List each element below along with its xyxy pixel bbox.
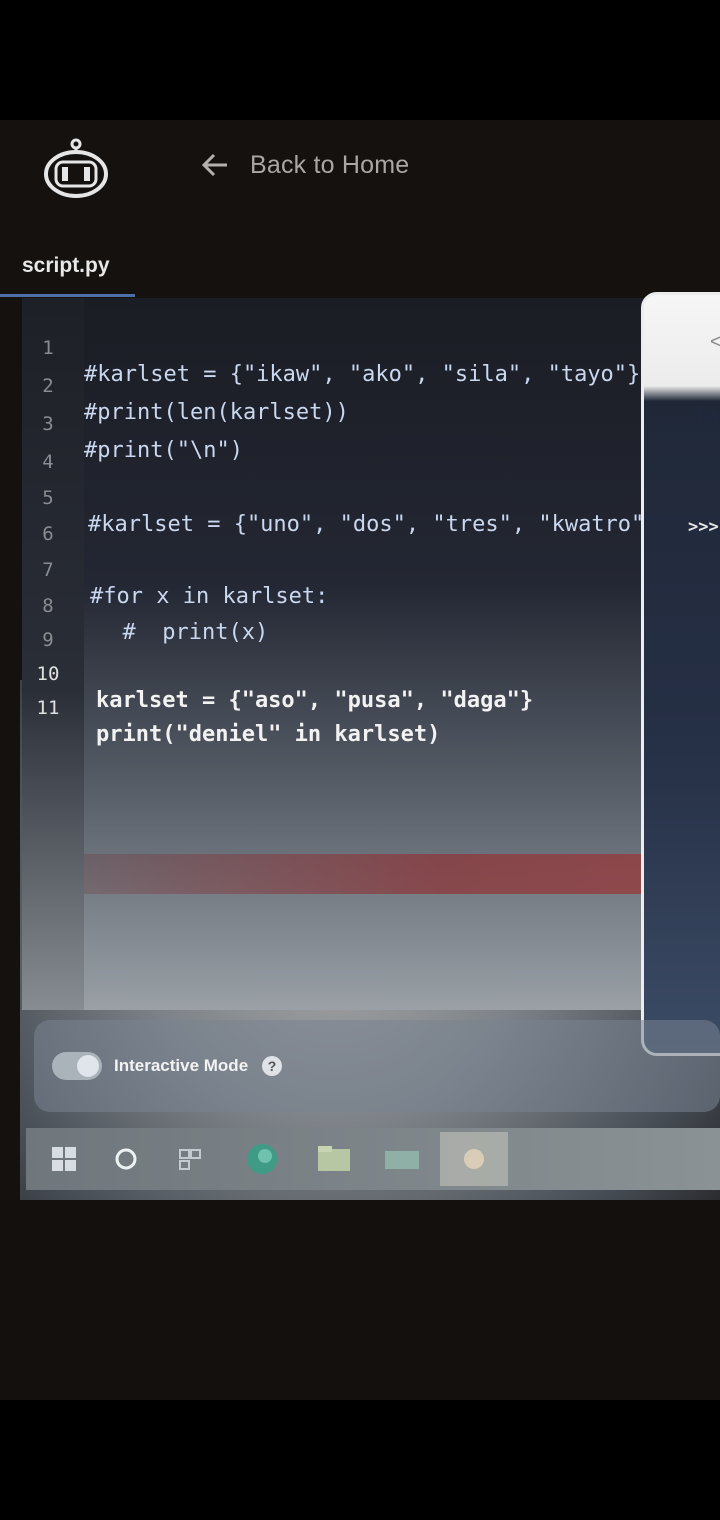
windows-taskbar (26, 1128, 720, 1190)
edge-browser-icon[interactable] (244, 1142, 280, 1176)
windows-start-icon[interactable] (46, 1142, 82, 1176)
interactive-mode-label: Interactive Mode (114, 1056, 249, 1075)
screen: Back to Home script.py 1 #karlset = {"ik… (0, 120, 720, 1400)
code-line[interactable]: 4 (22, 426, 672, 473)
code-line[interactable]: 3 #print("\n") (22, 388, 672, 463)
header: Back to Home (0, 120, 720, 230)
line-code: print("deniel" in karlset) (96, 722, 441, 747)
code-line[interactable]: 5 #karlset = {"uno", "dos", "tres", "kwa… (22, 462, 672, 537)
code-line[interactable]: 10 karlset = {"aso", "pusa", "daga"} (22, 638, 672, 713)
console-collapse-button[interactable]: < (710, 331, 720, 354)
code-line[interactable]: 8 # print(x) (22, 570, 672, 645)
back-to-home-link[interactable]: Back to Home (200, 148, 409, 182)
code-line[interactable]: 1 #karlset = {"ikaw", "ako", "sila", "ta… (22, 312, 672, 387)
help-icon[interactable]: ? (262, 1056, 282, 1076)
search-circle-icon[interactable] (108, 1142, 144, 1176)
active-app-icon[interactable] (440, 1132, 508, 1186)
robot-logo-icon[interactable] (44, 138, 108, 198)
task-view-icon[interactable] (172, 1142, 208, 1176)
tab-script-py[interactable]: script.py (0, 246, 135, 297)
interactive-mode-toggle[interactable] (52, 1052, 102, 1080)
back-to-home-label: Back to Home (250, 150, 410, 179)
toggle-knob (77, 1055, 99, 1077)
monitor-bezel (0, 1200, 720, 1400)
code-editor[interactable]: 1 #karlset = {"ikaw", "ako", "sila", "ta… (22, 298, 674, 1010)
tab-label: script.py (22, 254, 110, 277)
code-line[interactable]: 7 #for x in karlset: (22, 534, 672, 609)
highlighted-line (84, 854, 674, 894)
bottom-bar: Interactive Mode ? (34, 1020, 720, 1112)
code-line[interactable]: 6 (22, 498, 672, 545)
code-line[interactable]: 2 #print(len(karlset)) (22, 350, 672, 425)
console-panel[interactable]: < Fa >>> (641, 292, 720, 1056)
file-explorer-icon[interactable] (316, 1142, 352, 1176)
line-number: 11 (36, 697, 60, 719)
code-line[interactable]: 9 (22, 604, 672, 651)
console-label: Fa (696, 405, 719, 425)
arrow-left-icon (201, 153, 227, 177)
app-icon[interactable] (384, 1142, 420, 1176)
console-prompt[interactable]: >>> (688, 517, 719, 537)
code-line[interactable]: 11 print("deniel" in karlset) (22, 672, 672, 747)
